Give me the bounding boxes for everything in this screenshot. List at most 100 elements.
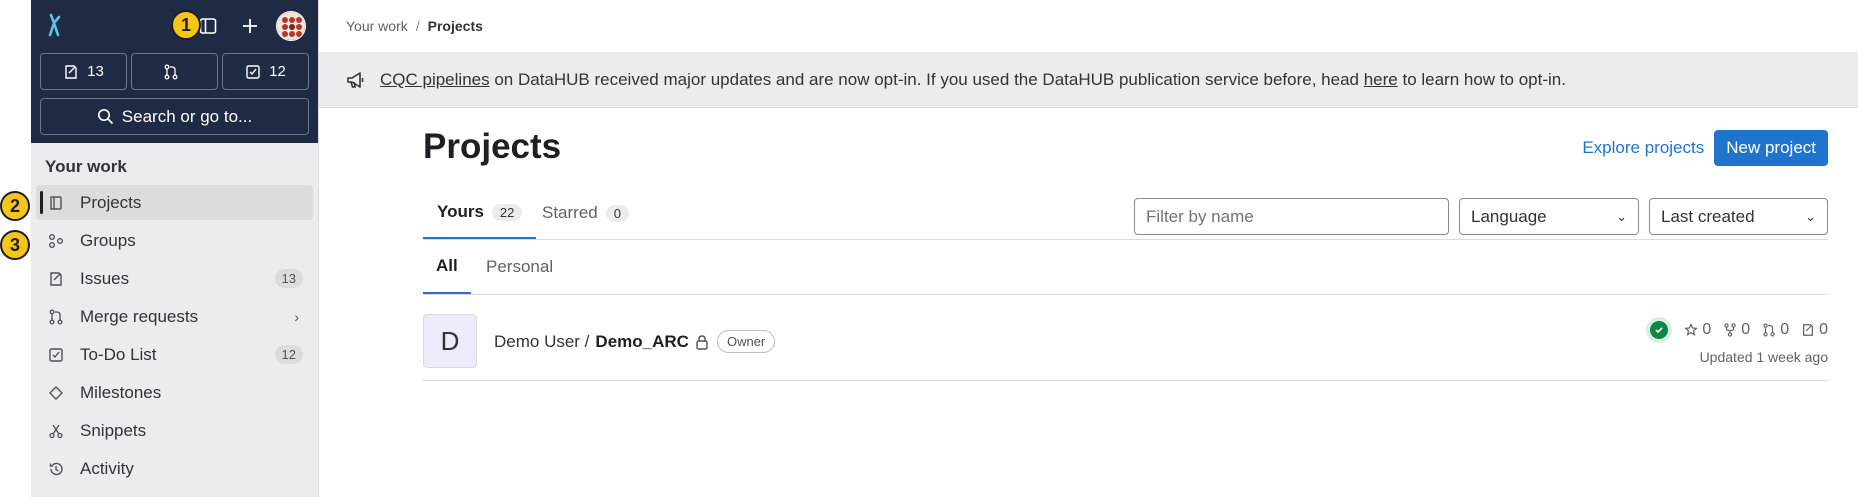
sidebar-item-projects[interactable]: Projects	[36, 185, 313, 220]
filter-by-name-input[interactable]: Filter by name	[1134, 198, 1449, 235]
sidebar-item-merge-requests[interactable]: Merge requests ›	[36, 299, 313, 334]
chevron-down-icon: ⌄	[1616, 208, 1627, 224]
fork-icon	[1724, 323, 1736, 337]
issues-icon	[46, 269, 66, 289]
lock-icon	[696, 334, 708, 350]
language-label: Language	[1471, 206, 1547, 226]
language-dropdown[interactable]: Language ⌄	[1459, 198, 1639, 235]
page-header: Projects Explore projects New project	[423, 108, 1828, 188]
sidebar-item-issues[interactable]: Issues 13	[36, 261, 313, 296]
sidebar-toggle-icon	[199, 18, 217, 34]
tab-count-badge: 0	[605, 204, 629, 222]
stars-stat[interactable]: 0	[1684, 321, 1711, 339]
milestone-icon	[46, 383, 66, 403]
megaphone-icon	[346, 71, 366, 89]
forks-count: 0	[1741, 321, 1751, 338]
projects-tabs: Yours 22 Starred 0 Filter by name Langua…	[423, 188, 1828, 240]
todos-counter-button[interactable]: 12	[222, 53, 309, 90]
chevron-right-icon: ›	[294, 308, 299, 325]
sidebar: 13 12 Search or go to... Your work Proje…	[31, 0, 319, 497]
tab-label: Starred	[542, 203, 598, 222]
broadcast-banner: CQC pipelines on DataHUB received major …	[319, 53, 1858, 108]
search-label: Search or go to...	[121, 106, 253, 126]
issues-count: 0	[1819, 321, 1828, 338]
tab-label: Yours	[437, 202, 484, 221]
sidebar-item-milestones[interactable]: Milestones	[36, 375, 313, 410]
sidebar-item-label: Milestones	[80, 382, 162, 402]
project-name[interactable]: Demo_ARC	[595, 332, 689, 352]
role-badge: Owner	[716, 330, 776, 353]
merge-request-icon	[46, 307, 66, 327]
sidebar-item-label: Snippets	[80, 420, 147, 440]
todo-icon	[246, 64, 260, 79]
merge-requests-stat[interactable]: 0	[1762, 321, 1789, 339]
here-link[interactable]: here	[1364, 70, 1398, 89]
star-icon	[1684, 323, 1699, 336]
annotation-marker-1: 1	[171, 10, 201, 40]
sidebar-item-snippets[interactable]: Snippets	[36, 413, 313, 448]
breadcrumb-parent-link[interactable]: Your work	[346, 18, 408, 34]
subtab-all[interactable]: All	[423, 239, 471, 294]
user-avatar[interactable]	[276, 11, 306, 41]
breadcrumb-current: Projects	[427, 18, 483, 34]
annotation-marker-3: 3	[0, 230, 30, 260]
tab-starred[interactable]: Starred 0	[528, 187, 643, 239]
project-title[interactable]: Demo User / Demo_ARC Owner	[494, 330, 776, 353]
sidebar-item-todo-list[interactable]: To-Do List 12	[36, 337, 313, 372]
new-project-button[interactable]: New project	[1714, 130, 1828, 166]
tab-count-badge: 22	[491, 203, 523, 221]
banner-text-2: to learn how to opt-in.	[1397, 70, 1566, 89]
project-list-item: D Demo User / Demo_ARC Owner 0 0 0 0 Upd…	[423, 295, 1828, 381]
subtab-personal[interactable]: Personal	[473, 239, 566, 294]
project-stats: 0 0 0 0	[1646, 317, 1828, 343]
sidebar-section-title: Your work	[45, 157, 127, 176]
issues-counter-button[interactable]: 13	[40, 53, 127, 90]
banner-message: CQC pipelines on DataHUB received major …	[380, 70, 1566, 90]
forks-stat[interactable]: 0	[1723, 321, 1750, 339]
project-icon	[46, 193, 66, 213]
explore-projects-button[interactable]: Explore projects	[1582, 132, 1704, 164]
pipeline-status-passed-icon[interactable]	[1646, 317, 1673, 343]
todo-count-badge: 12	[274, 345, 303, 364]
issues-icon	[65, 64, 77, 79]
sidebar-item-label: To-Do List	[80, 344, 157, 364]
plus-icon	[243, 19, 257, 33]
create-new-button[interactable]	[234, 10, 266, 42]
todo-icon	[46, 345, 66, 365]
search-button[interactable]: Search or go to...	[40, 98, 309, 135]
sort-dropdown[interactable]: Last created ⌄	[1649, 198, 1828, 235]
sidebar-item-label: Merge requests	[80, 306, 199, 326]
sidebar-item-label: Groups	[80, 230, 136, 250]
sidebar-item-label: Issues	[80, 268, 130, 288]
snippet-icon	[46, 421, 66, 441]
projects-content: Projects Explore projects New project Yo…	[423, 108, 1828, 381]
sidebar-item-activity[interactable]: Activity	[36, 451, 313, 486]
merge-requests-counter-button[interactable]	[131, 53, 218, 90]
issues-icon	[1803, 324, 1814, 336]
project-avatar[interactable]: D	[423, 314, 477, 368]
merge-request-icon	[164, 64, 177, 79]
logo-icon[interactable]	[45, 13, 67, 39]
tab-yours[interactable]: Yours 22	[423, 187, 537, 239]
merge-requests-count: 0	[1780, 321, 1790, 338]
merge-request-icon	[1763, 323, 1775, 337]
todos-counter: 12	[269, 63, 286, 80]
breadcrumb: Your work / Projects	[319, 0, 1858, 53]
group-icon	[46, 231, 66, 251]
breadcrumb-separator: /	[415, 18, 420, 34]
projects-subtabs: All Personal	[423, 240, 1828, 295]
issues-stat[interactable]: 0	[1801, 321, 1828, 339]
sidebar-item-groups[interactable]: Groups	[36, 223, 313, 258]
sort-label: Last created	[1661, 206, 1755, 226]
sidebar-nav: Projects Groups Issues 13 Merge requests…	[31, 185, 318, 486]
annotation-marker-2: 2	[0, 191, 30, 221]
sidebar-item-label: Projects	[80, 192, 142, 212]
main-content: Your work / Projects CQC pipelines on Da…	[319, 0, 1858, 504]
chevron-down-icon: ⌄	[1805, 208, 1816, 224]
banner-text-1: on DataHUB received major updates and ar…	[489, 70, 1364, 89]
sidebar-item-label: Activity	[80, 458, 134, 478]
issues-count-badge: 13	[274, 269, 303, 288]
project-updated-time: Updated 1 week ago	[1699, 349, 1828, 365]
cqc-pipelines-link[interactable]: CQC pipelines	[380, 70, 490, 89]
page-title: Projects	[423, 127, 562, 166]
